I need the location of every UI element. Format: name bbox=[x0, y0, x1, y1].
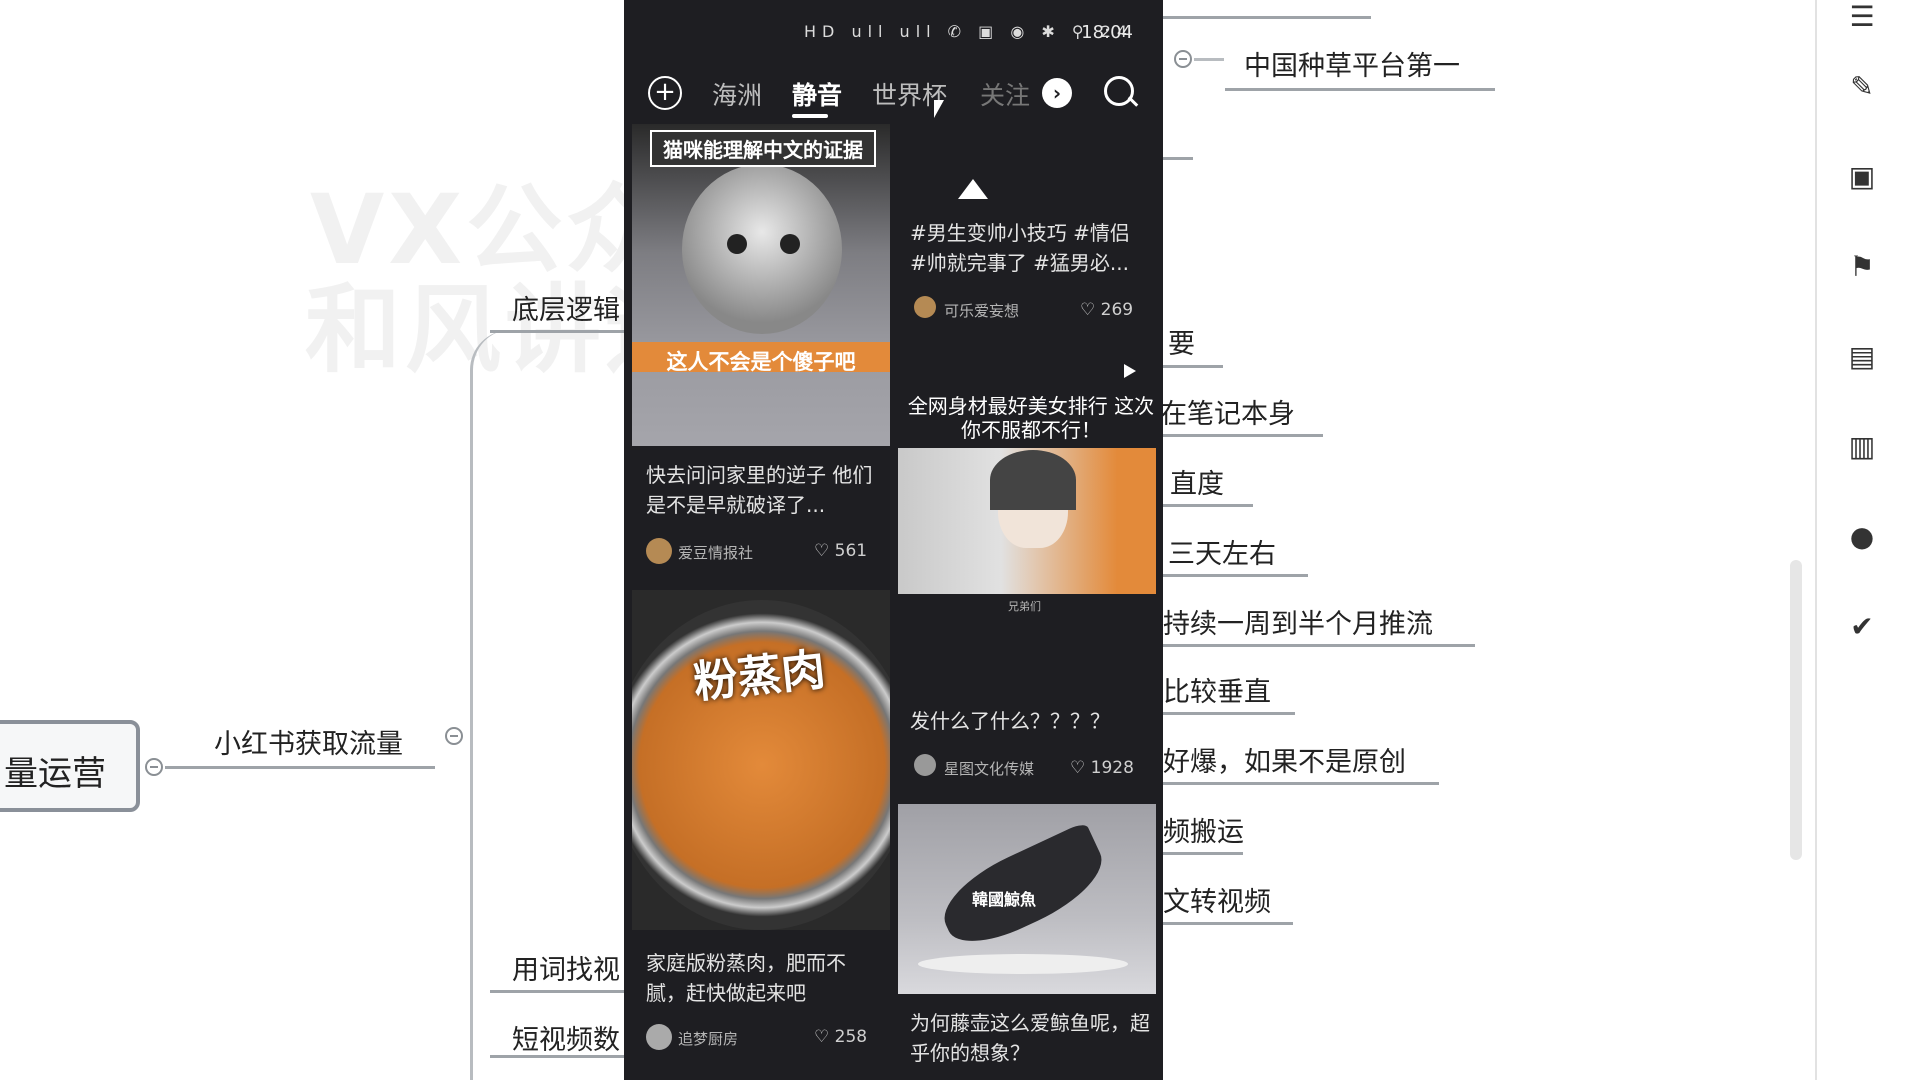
card-image-right-1[interactable] bbox=[898, 124, 1156, 204]
card-like-count-cat: 561 bbox=[834, 541, 868, 561]
underline-0b bbox=[1163, 157, 1193, 160]
label-icon[interactable]: ▤ bbox=[1845, 340, 1879, 374]
root-collapse-toggle[interactable] bbox=[145, 758, 163, 776]
tree-trunk bbox=[470, 330, 513, 1080]
item-collapse-toggle[interactable] bbox=[1174, 50, 1192, 68]
avatar[interactable] bbox=[914, 754, 936, 776]
card-like-count-right-1: 269 bbox=[1100, 300, 1134, 320]
tab-follow[interactable]: 关注 bbox=[980, 76, 1030, 112]
right-toolbar: ☰ ✎ ▣ ⚑ ▤ ▥ ● ✔ bbox=[1815, 0, 1910, 1080]
card-like-right-1[interactable]: ♡ 269 bbox=[1080, 300, 1133, 320]
add-icon[interactable]: + bbox=[648, 76, 682, 110]
portrait-hair bbox=[990, 450, 1076, 510]
card-author-right-2[interactable]: 星图文化传媒 bbox=[944, 758, 1034, 779]
right-item-5[interactable]: 三天左右 bbox=[1168, 532, 1276, 571]
branch-connector bbox=[165, 766, 435, 769]
decor-shape bbox=[958, 179, 988, 199]
underline-2 bbox=[1163, 365, 1223, 368]
underline-3 bbox=[1163, 434, 1323, 437]
scrollbar[interactable] bbox=[1790, 560, 1802, 860]
active-tab-indicator bbox=[792, 114, 828, 118]
card-overlay-right-2: 全网身材最好美女排行 这次 你不服都不行！ bbox=[907, 394, 1155, 442]
card-title-whale[interactable]: 为何藤壶这么爱鲸鱼呢，超乎你的想象？ bbox=[910, 1008, 1150, 1068]
card-like-right-2[interactable]: ♡ 1928 bbox=[1070, 758, 1134, 778]
avatar[interactable] bbox=[646, 538, 672, 564]
card-overlay-bottom-cat: 这人不会是个傻子吧 bbox=[666, 350, 856, 374]
card-image-cat[interactable] bbox=[632, 124, 890, 446]
tab-jingyin[interactable]: 静音 bbox=[792, 76, 842, 112]
card-image-right-2[interactable] bbox=[898, 448, 1156, 594]
cat-eye-right bbox=[780, 234, 800, 254]
branch-collapse-toggle[interactable] bbox=[445, 727, 463, 745]
sub-branch-2[interactable]: 用词找视 bbox=[512, 948, 620, 987]
underline-7 bbox=[1163, 712, 1295, 715]
underline-4 bbox=[1163, 504, 1253, 507]
underline-6 bbox=[1163, 644, 1475, 647]
search-icon[interactable] bbox=[1104, 76, 1134, 106]
tab-haizhou[interactable]: 海洲 bbox=[712, 76, 762, 112]
sub-connector-2 bbox=[490, 990, 624, 993]
underline-10 bbox=[1163, 922, 1293, 925]
card-like-count-food: 258 bbox=[834, 1027, 868, 1047]
card-like-cat[interactable]: ♡ 561 bbox=[814, 541, 867, 561]
image-icon[interactable]: ▣ bbox=[1845, 160, 1879, 194]
right-item-10[interactable]: 文转视频 bbox=[1163, 880, 1271, 919]
video-play-icon bbox=[1124, 364, 1136, 378]
more-tabs-icon[interactable]: › bbox=[1042, 78, 1072, 108]
cat-face bbox=[682, 164, 842, 334]
sub-connector-1 bbox=[490, 330, 624, 333]
card-author-food[interactable]: 追梦厨房 bbox=[678, 1028, 738, 1049]
note-icon[interactable]: ▥ bbox=[1845, 430, 1879, 464]
right-item-6[interactable]: 持续一周到半个月推流 bbox=[1163, 602, 1433, 641]
card-author-cat[interactable]: 爱豆情报社 bbox=[678, 542, 753, 563]
right-item-4[interactable]: 直度 bbox=[1170, 462, 1224, 501]
card-like-count-right-2: 1928 bbox=[1090, 758, 1134, 778]
clipboard-icon[interactable]: ✔ bbox=[1845, 610, 1879, 644]
card-caption-right-2: 兄弟们 bbox=[1008, 600, 1041, 613]
right-item-1[interactable]: 中国种草平台第一 bbox=[1244, 44, 1460, 83]
right-item-7[interactable]: 比较垂直 bbox=[1163, 670, 1271, 709]
sub-branch-1[interactable]: 底层逻辑 bbox=[512, 288, 620, 327]
card-overlay-whale: 韓國鯨魚 bbox=[971, 890, 1036, 909]
top-connector bbox=[1163, 16, 1371, 19]
right-item-9[interactable]: 频搬运 bbox=[1163, 810, 1244, 849]
comment-icon[interactable]: ● bbox=[1845, 520, 1879, 554]
phone-screen: HD ull ull ✆ ▣ ◉ ✱ ⚲ 24 18:04 + 海洲 静音 世界… bbox=[624, 0, 1163, 1080]
right-item-8[interactable]: 好爆，如果不是原创 bbox=[1163, 740, 1406, 779]
card-title-right-1[interactable]: #男生变帅小技巧 #情侣 #帅就完事了 #猛男必... bbox=[910, 218, 1150, 278]
sub-branch-3[interactable]: 短视频数 bbox=[512, 1018, 620, 1057]
cat-eye-left bbox=[727, 234, 747, 254]
card-overlay-top-cat: 猫咪能理解中文的证据 bbox=[650, 130, 876, 167]
status-time: 18:04 bbox=[1081, 22, 1133, 43]
item-connector bbox=[1194, 58, 1224, 61]
outline-icon[interactable]: ☰ bbox=[1845, 0, 1879, 34]
brush-icon[interactable]: ✎ bbox=[1845, 70, 1879, 104]
card-author-right-1[interactable]: 可乐爱妄想 bbox=[944, 300, 1019, 321]
root-node-label: 量运营 bbox=[4, 754, 106, 794]
underline-1 bbox=[1225, 88, 1495, 91]
underline-5 bbox=[1163, 574, 1308, 577]
avatar[interactable] bbox=[646, 1024, 672, 1050]
card-title-cat[interactable]: 快去问问家里的逆子 他们是不是早就破译了... bbox=[646, 460, 876, 520]
underline-9 bbox=[1163, 852, 1243, 855]
right-item-3[interactable]: 在笔记本身 bbox=[1160, 392, 1295, 431]
branch-label[interactable]: 小红书获取流量 bbox=[214, 722, 403, 761]
card-like-food[interactable]: ♡ 258 bbox=[814, 1027, 867, 1047]
water-splash bbox=[918, 954, 1128, 974]
card-title-right-2[interactable]: 发什么了什么？？？？ bbox=[910, 706, 1150, 736]
right-item-2[interactable]: 要 bbox=[1168, 322, 1195, 361]
mouse-cursor-icon bbox=[934, 100, 944, 118]
root-node[interactable]: 量运营 bbox=[0, 720, 140, 812]
card-title-food[interactable]: 家庭版粉蒸肉，肥而不腻，赶快做起来吧 bbox=[646, 948, 876, 1008]
flag-icon[interactable]: ⚑ bbox=[1845, 250, 1879, 284]
underline-8 bbox=[1163, 782, 1439, 785]
avatar[interactable] bbox=[914, 296, 936, 318]
